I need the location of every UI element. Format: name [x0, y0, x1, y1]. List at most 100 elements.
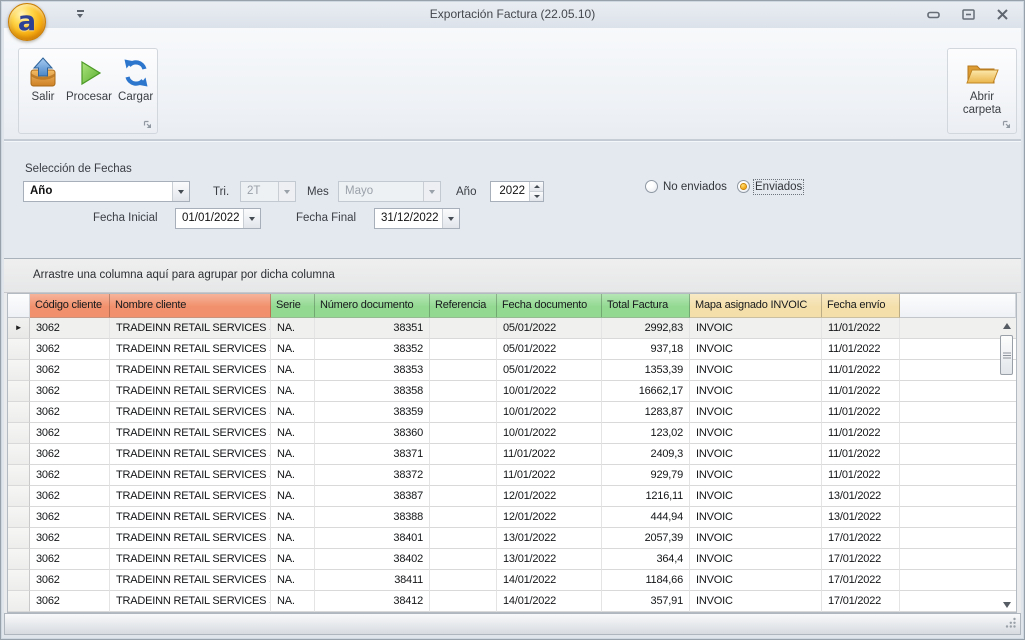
table-row[interactable]: 3062TRADEINN RETAIL SERVICES SLNA.384121… — [8, 591, 1016, 612]
app-logo-icon[interactable]: a — [8, 3, 46, 41]
cargar-button[interactable]: Cargar — [115, 55, 156, 105]
cell-codigo-cliente[interactable]: 3062 — [30, 444, 110, 465]
cell-codigo-cliente[interactable]: 3062 — [30, 465, 110, 486]
cell-referencia[interactable] — [430, 591, 497, 612]
cell-serie[interactable]: NA. — [271, 570, 315, 591]
cell-total-factura[interactable]: 2992,83 — [602, 318, 690, 339]
cell-fecha-documento[interactable]: 11/01/2022 — [497, 444, 602, 465]
row-indicator[interactable] — [8, 528, 30, 549]
cell-fecha-documento[interactable]: 12/01/2022 — [497, 486, 602, 507]
cell-mapa-asignado-invoic[interactable]: INVOIC — [690, 402, 822, 423]
column-header-fecha-documento[interactable]: Fecha documento — [497, 294, 602, 318]
dialog-launcher-icon[interactable] — [141, 118, 154, 131]
table-row[interactable]: 3062TRADEINN RETAIL SERVICES SLNA.383581… — [8, 381, 1016, 402]
row-indicator[interactable] — [8, 402, 30, 423]
table-row[interactable]: 3062TRADEINN RETAIL SERVICES SLNA.383601… — [8, 423, 1016, 444]
row-indicator[interactable] — [8, 549, 30, 570]
cell-fecha-documento[interactable]: 05/01/2022 — [497, 360, 602, 381]
cell-fecha-documento[interactable]: 14/01/2022 — [497, 591, 602, 612]
chevron-down-icon[interactable] — [442, 209, 459, 228]
cell-numero-documento[interactable]: 38387 — [315, 486, 430, 507]
scroll-down-icon[interactable] — [999, 598, 1015, 612]
dialog-launcher-icon[interactable] — [1000, 118, 1013, 131]
row-indicator[interactable] — [8, 360, 30, 381]
cell-codigo-cliente[interactable]: 3062 — [30, 507, 110, 528]
cell-referencia[interactable] — [430, 528, 497, 549]
cell-referencia[interactable] — [430, 507, 497, 528]
cell-fecha-envio[interactable]: 11/01/2022 — [822, 360, 900, 381]
column-header-total-factura[interactable]: Total Factura — [602, 294, 690, 318]
cell-total-factura[interactable]: 357,91 — [602, 591, 690, 612]
cell-serie[interactable]: NA. — [271, 591, 315, 612]
row-indicator[interactable] — [8, 570, 30, 591]
scrollbar-thumb[interactable] — [1000, 335, 1013, 375]
row-indicator[interactable] — [8, 423, 30, 444]
cell-numero-documento[interactable]: 38412 — [315, 591, 430, 612]
table-row[interactable]: 3062TRADEINN RETAIL SERVICES SLNA.383871… — [8, 486, 1016, 507]
table-row[interactable]: 3062TRADEINN RETAIL SERVICES SLNA.384021… — [8, 549, 1016, 570]
maximize-button[interactable] — [958, 7, 978, 22]
cell-serie[interactable]: NA. — [271, 549, 315, 570]
row-indicator[interactable]: ► — [8, 318, 30, 339]
cell-fecha-documento[interactable]: 10/01/2022 — [497, 402, 602, 423]
cell-fecha-envio[interactable]: 11/01/2022 — [822, 402, 900, 423]
cell-nombre-cliente[interactable]: TRADEINN RETAIL SERVICES SL — [110, 318, 271, 339]
row-indicator[interactable] — [8, 507, 30, 528]
cell-total-factura[interactable]: 364,4 — [602, 549, 690, 570]
cell-numero-documento[interactable]: 38353 — [315, 360, 430, 381]
cell-serie[interactable]: NA. — [271, 339, 315, 360]
table-row[interactable]: 3062TRADEINN RETAIL SERVICES SLNA.384011… — [8, 528, 1016, 549]
cell-fecha-documento[interactable]: 05/01/2022 — [497, 339, 602, 360]
cell-referencia[interactable] — [430, 423, 497, 444]
cell-numero-documento[interactable]: 38352 — [315, 339, 430, 360]
cell-fecha-envio[interactable]: 11/01/2022 — [822, 318, 900, 339]
row-indicator[interactable] — [8, 486, 30, 507]
cell-numero-documento[interactable]: 38371 — [315, 444, 430, 465]
close-icon[interactable] — [992, 7, 1012, 22]
cell-mapa-asignado-invoic[interactable]: INVOIC — [690, 591, 822, 612]
cell-mapa-asignado-invoic[interactable]: INVOIC — [690, 570, 822, 591]
cell-total-factura[interactable]: 937,18 — [602, 339, 690, 360]
cell-fecha-envio[interactable]: 11/01/2022 — [822, 423, 900, 444]
table-row[interactable]: 3062TRADEINN RETAIL SERVICES SLNA.383520… — [8, 339, 1016, 360]
salir-button[interactable]: Salir — [23, 55, 63, 105]
row-indicator[interactable] — [8, 339, 30, 360]
cell-total-factura[interactable]: 444,94 — [602, 507, 690, 528]
table-row[interactable]: 3062TRADEINN RETAIL SERVICES SLNA.384111… — [8, 570, 1016, 591]
cell-numero-documento[interactable]: 38359 — [315, 402, 430, 423]
cell-referencia[interactable] — [430, 444, 497, 465]
column-header-fecha-envio[interactable]: Fecha envío — [822, 294, 900, 318]
cell-mapa-asignado-invoic[interactable]: INVOIC — [690, 549, 822, 570]
cell-total-factura[interactable]: 1184,66 — [602, 570, 690, 591]
cell-nombre-cliente[interactable]: TRADEINN RETAIL SERVICES SL — [110, 486, 271, 507]
table-row[interactable]: 3062TRADEINN RETAIL SERVICES SLNA.383591… — [8, 402, 1016, 423]
cell-numero-documento[interactable]: 38372 — [315, 465, 430, 486]
cell-codigo-cliente[interactable]: 3062 — [30, 402, 110, 423]
cell-mapa-asignado-invoic[interactable]: INVOIC — [690, 381, 822, 402]
table-row[interactable]: 3062TRADEINN RETAIL SERVICES SLNA.383530… — [8, 360, 1016, 381]
cell-serie[interactable]: NA. — [271, 507, 315, 528]
cell-codigo-cliente[interactable]: 3062 — [30, 528, 110, 549]
row-indicator[interactable] — [8, 381, 30, 402]
cell-referencia[interactable] — [430, 570, 497, 591]
cell-nombre-cliente[interactable]: TRADEINN RETAIL SERVICES SL — [110, 339, 271, 360]
cell-nombre-cliente[interactable]: TRADEINN RETAIL SERVICES SL — [110, 444, 271, 465]
resize-grip-icon[interactable] — [1004, 616, 1017, 632]
cell-fecha-documento[interactable]: 12/01/2022 — [497, 507, 602, 528]
cell-nombre-cliente[interactable]: TRADEINN RETAIL SERVICES SL — [110, 381, 271, 402]
cell-fecha-envio[interactable]: 17/01/2022 — [822, 528, 900, 549]
cell-referencia[interactable] — [430, 549, 497, 570]
cell-total-factura[interactable]: 1283,87 — [602, 402, 690, 423]
cell-serie[interactable]: NA. — [271, 444, 315, 465]
cell-mapa-asignado-invoic[interactable]: INVOIC — [690, 507, 822, 528]
fecha-inicial-picker[interactable]: 01/01/2022 — [175, 208, 261, 229]
cell-mapa-asignado-invoic[interactable]: INVOIC — [690, 486, 822, 507]
cell-nombre-cliente[interactable]: TRADEINN RETAIL SERVICES SL — [110, 591, 271, 612]
group-by-panel[interactable]: Arrastre una columna aquí para agrupar p… — [4, 259, 1021, 293]
cell-referencia[interactable] — [430, 381, 497, 402]
cell-serie[interactable]: NA. — [271, 381, 315, 402]
cell-nombre-cliente[interactable]: TRADEINN RETAIL SERVICES SL — [110, 465, 271, 486]
cell-fecha-documento[interactable]: 05/01/2022 — [497, 318, 602, 339]
cell-referencia[interactable] — [430, 360, 497, 381]
cell-fecha-documento[interactable]: 13/01/2022 — [497, 528, 602, 549]
